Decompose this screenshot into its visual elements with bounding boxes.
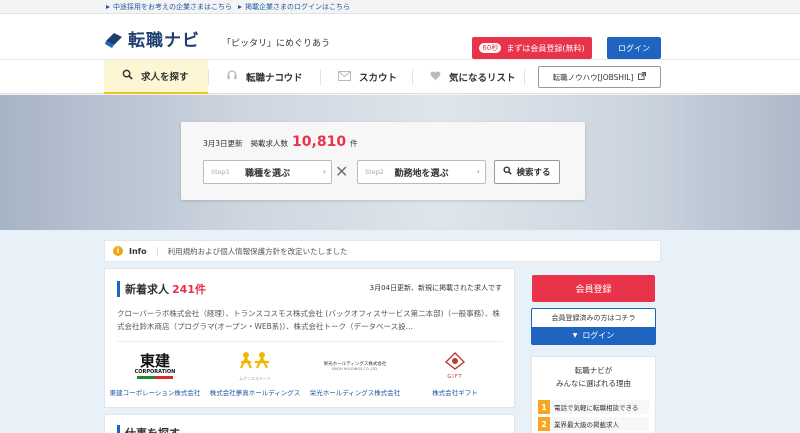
reason-text: 電話で気軽に転職相談できる (554, 404, 639, 412)
company-logo-tokken[interactable]: 東建 CORPORATION 東建コーポレーション株式会社 (105, 349, 205, 397)
nav-item-label: スカウト (359, 73, 398, 84)
count-label: 掲載求人数 (250, 139, 289, 148)
company-logo-image: ムゲンエステート (237, 349, 273, 383)
company-logo-eikoh[interactable]: 栄光ホールディングス株式会社 EIKOH HOLDINGS CO.,LTD. 栄… (305, 349, 405, 397)
caret-down-icon: ▼ (572, 332, 578, 339)
nav-item-job-search[interactable]: 求人を探す (104, 60, 208, 94)
updated-date: 3月3日更新 (203, 139, 243, 148)
login-button[interactable]: ログイン (607, 37, 661, 59)
reason-number: 2 (538, 417, 550, 431)
new-jobs-count[interactable]: 241件 (172, 281, 206, 297)
tagline: 「ピッタリ」にめぐりあう (222, 39, 331, 49)
company-name: 株式会社夢真ホールディングス (209, 389, 301, 397)
nav-divider (320, 69, 321, 85)
reason-text: 業界最大級の掲載求人 (554, 421, 619, 429)
nav-item-label: 転職ナコウド (246, 73, 303, 84)
search-icon (122, 69, 133, 83)
company-logo-image: GIFT (444, 349, 466, 383)
divider (117, 341, 503, 342)
job-count-line: 3月3日更新 掲載求人数 10,810 件 (203, 134, 358, 150)
register-label: まずは会員登録(無料) (506, 43, 585, 53)
jobshil-link[interactable]: 転職ノウハウ[JOBSHIL] (538, 66, 661, 88)
company-name: 株式会社ギフト (432, 389, 478, 397)
info-link[interactable]: 利用規約および個人情報保護方針を改定いたしました (168, 246, 348, 257)
people-icon (240, 352, 269, 369)
sidebar-register-button[interactable]: 会員登録 (532, 275, 655, 302)
reasons-box: 転職ナビが みんなに選ばれる理由 1 電話で気軽に転職相談できる 2 業界最大級… (531, 356, 656, 433)
new-jobs-description[interactable]: クローバーラボ株式会社（経理）、トランスコスモス株式会社 (バックオフィスサービ… (117, 307, 503, 333)
sidebar-login-button[interactable]: ▼ ログイン (532, 327, 655, 344)
reason-item[interactable]: 1 電話で気軽に転職相談できる (538, 400, 649, 414)
company-logo-image: 栄光ホールディングス株式会社 EIKOH HOLDINGS CO.,LTD. (323, 362, 387, 371)
sidebar-login-label: ログイン (582, 331, 615, 340)
gift-icon (444, 352, 466, 370)
top-utility-bar: 中途採用をお考えの企業さまはこちら 掲載企業さまのログインはこちら (0, 0, 800, 14)
nav-item-scout[interactable]: スカウト (338, 60, 397, 94)
company-logo-image: 東建 CORPORATION (135, 349, 175, 383)
mail-icon (338, 70, 351, 84)
nav-item-nakoudo[interactable]: 転職ナコウド (226, 60, 303, 94)
heart-icon (430, 71, 441, 84)
company-name: 栄光ホールディングス株式会社 (309, 389, 401, 397)
cross-icon: ✕ (335, 162, 349, 181)
company-logos: 東建 CORPORATION 東建コーポレーション株式会社 ムゲンエステート 株… (105, 349, 516, 397)
job-category-label: 職種を選ぶ (244, 168, 290, 179)
work-location-select[interactable]: Step2 勤務地を選ぶ › (357, 160, 486, 184)
search-panel: 3月3日更新 掲載求人数 10,810 件 Step1 職種を選ぶ › ✕ St… (181, 122, 585, 200)
search-icon (503, 166, 513, 178)
register-button[interactable]: 60秒 まずは会員登録(無料) (472, 37, 592, 59)
time-badge: 60秒 (479, 43, 502, 53)
arrow-icon (106, 4, 110, 9)
count-unit: 件 (350, 139, 358, 148)
advertiser-login-link[interactable]: 掲載企業さまのログインはこちら (238, 2, 350, 12)
arrow-icon (238, 4, 242, 9)
company-logo-yumeshin[interactable]: ムゲンエステート 株式会社夢真ホールディングス (205, 349, 305, 397)
search-button[interactable]: 検索する (494, 160, 560, 184)
site-logo[interactable]: 転職ナビ (104, 26, 200, 51)
new-jobs-title: 新着求人 (125, 283, 169, 296)
nav-item-label: 気になるリスト (449, 73, 516, 84)
headset-icon (226, 70, 238, 84)
nav-divider (208, 69, 209, 85)
company-name: 東建コーポレーション株式会社 (109, 389, 201, 397)
main-nav: 求人を探す 転職ナコウド スカウト 気になるリスト 転職ノウハウ[JOBSHIL… (0, 59, 800, 94)
jobshil-label: 転職ノウハウ[JOBSHIL] (552, 72, 634, 82)
job-search-title: 仕事を探す (117, 425, 180, 433)
employer-link[interactable]: 中途採用をお考えの企業さまはこちら (106, 2, 232, 12)
member-note: 会員登録済みの方はコチラ (551, 314, 636, 322)
work-location-label: 勤務地を選ぶ (394, 168, 449, 179)
site-header: 転職ナビ 「ピッタリ」にめぐりあう 60秒 まずは会員登録(無料) ログイン (0, 14, 800, 59)
reason-item[interactable]: 2 業界最大級の掲載求人 (538, 417, 649, 431)
info-bar: i Info 利用規約および個人情報保護方針を改定いたしました (104, 240, 661, 262)
company-logo-gift[interactable]: GIFT 株式会社ギフト (405, 349, 505, 397)
logo-text: 転職ナビ (128, 31, 200, 51)
new-jobs-card: 新着求人 241件 3月04日更新、新規に掲載された求人です クローバーラボ株式… (104, 268, 515, 408)
chevron-right-icon: › (322, 167, 326, 176)
nav-divider (412, 69, 413, 85)
info-icon: i (113, 246, 123, 256)
nav-item-favorites[interactable]: 気になるリスト (430, 60, 516, 94)
nav-item-label: 求人を探す (141, 72, 189, 83)
sidebar-login-box: 会員登録済みの方はコチラ ▼ ログイン (531, 308, 656, 345)
reason-number: 1 (538, 400, 550, 414)
external-link-icon (638, 72, 647, 82)
job-category-select[interactable]: Step1 職種を選ぶ › (203, 160, 332, 184)
chevron-right-icon: › (476, 167, 480, 176)
info-tag: Info (129, 246, 158, 256)
nav-divider (524, 69, 525, 85)
new-jobs-meta: 3月04日更新、新規に掲載された求人です (369, 284, 502, 292)
job-count: 10,810 (292, 134, 347, 150)
new-jobs-heading: 新着求人 241件 (117, 281, 206, 297)
search-button-label: 検索する (516, 168, 551, 178)
logo-icon (104, 29, 124, 49)
reasons-title: 転職ナビが みんなに選ばれる理由 (556, 366, 631, 388)
job-search-section: 仕事を探す (104, 414, 515, 433)
